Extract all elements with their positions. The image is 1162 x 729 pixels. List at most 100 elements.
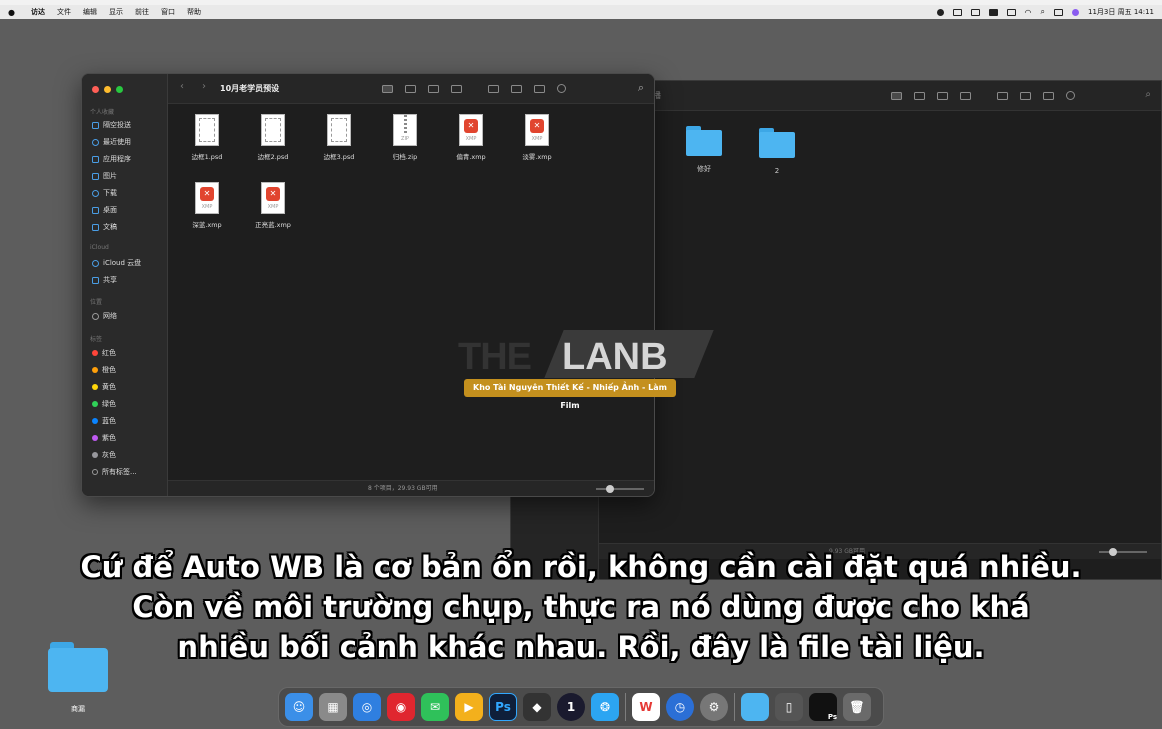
file-item[interactable]: ✕ XMP 深蓝.xmp [177, 182, 237, 242]
sidebar-item-recents[interactable]: 最近使用 [92, 137, 131, 147]
search-icon[interactable]: ⌕ [1041, 7, 1045, 17]
minimize-button[interactable] [104, 86, 111, 93]
watermark-right-text: LANB [562, 336, 668, 378]
dock-launchpad-icon[interactable]: ▦ [319, 693, 347, 721]
group-icon[interactable] [997, 91, 1008, 100]
keyboard-icon[interactable] [988, 8, 998, 16]
folder-icon[interactable] [759, 128, 795, 158]
dock-wps-icon[interactable]: W [632, 693, 660, 721]
dock-netease-music-icon[interactable]: ◉ [387, 693, 415, 721]
tag-dot-icon [92, 435, 98, 441]
menu-go[interactable]: 前往 [135, 7, 149, 17]
record-icon[interactable] [936, 8, 944, 16]
dock-photoshop-icon[interactable]: Ps [489, 693, 517, 721]
sidebar-tag-orange[interactable]: 橙色 [92, 365, 116, 375]
folder-icon[interactable] [686, 126, 722, 156]
file-item[interactable]: ✕ XMP 正亮蓝.xmp [243, 182, 303, 242]
file-item[interactable]: 边框3.psd [309, 114, 369, 174]
sidebar-tag-green[interactable]: 绿色 [92, 399, 116, 409]
menu-datetime[interactable]: 11月3日 周五 14:11 [1088, 7, 1154, 17]
battery-icon[interactable] [1006, 8, 1016, 16]
sidebar-tag-red[interactable]: 红色 [92, 348, 116, 358]
sidebar-item-downloads[interactable]: 下载 [92, 188, 117, 198]
zoom-button[interactable] [116, 86, 123, 93]
gallery-view-icon[interactable] [960, 91, 971, 100]
dock-infuse-icon[interactable]: ▶ [455, 693, 483, 721]
close-button[interactable] [92, 86, 99, 93]
back-arrow-icon[interactable]: ‹ [180, 81, 184, 92]
tag-icon[interactable] [534, 84, 545, 93]
psd-file-icon [195, 114, 219, 146]
finder-search-icon[interactable]: ⌕ [638, 81, 644, 95]
sidebar-item-applications[interactable]: 应用程序 [92, 154, 131, 164]
sidebar-item-network[interactable]: 网络 [92, 311, 117, 321]
file-item[interactable]: 边框1.psd [177, 114, 237, 174]
share-icon[interactable] [1020, 91, 1031, 100]
sidebar-tag-gray[interactable]: 灰色 [92, 450, 116, 460]
wifi-icon[interactable]: ◠ [1025, 8, 1032, 17]
dock-clock-app-icon[interactable]: ◷ [666, 693, 694, 721]
window-controls [92, 86, 123, 93]
dock: ☺ ▦ ◎ ◉ ✉ ▶ Ps ◆ 1 ❂ W ◷ ⚙ ▯ Ps 🗑 [278, 687, 884, 727]
menu-help[interactable]: 帮助 [187, 7, 201, 17]
desktop-folder-icon[interactable] [48, 642, 108, 694]
dock-wechat-icon[interactable]: ✉ [421, 693, 449, 721]
clock-icon [92, 138, 99, 146]
sidebar-tag-yellow[interactable]: 黄色 [92, 382, 116, 392]
list-view-icon[interactable] [914, 91, 925, 100]
apple-menu-icon[interactable]: ● [8, 8, 17, 17]
icon-view-icon[interactable] [382, 84, 393, 93]
column-view-icon[interactable] [937, 91, 948, 100]
dock-prism-icon[interactable]: ◆ [523, 693, 551, 721]
file-name: 边框3.psd [323, 153, 355, 161]
sidebar-item-shared[interactable]: 共享 [92, 275, 117, 285]
share-icon[interactable] [511, 84, 522, 93]
file-item[interactable]: 边框2.psd [243, 114, 303, 174]
menu-file[interactable]: 文件 [57, 7, 71, 17]
menu-window[interactable]: 窗口 [161, 7, 175, 17]
dock-system-settings-icon[interactable]: ⚙ [700, 693, 728, 721]
dock-safari-icon[interactable]: ◎ [353, 693, 381, 721]
gallery-view-icon[interactable] [451, 84, 462, 93]
menu-edit[interactable]: 编辑 [83, 7, 97, 17]
dock-finder-icon[interactable]: ☺ [285, 693, 313, 721]
menu-app-name[interactable]: 访达 [31, 7, 45, 17]
finder-status-bar: 8 个项目，29.93 GB可用 [168, 480, 654, 496]
list-view-icon[interactable] [405, 84, 416, 93]
finder-window[interactable]: 个人收藏 隔空投送 最近使用 应用程序 图片 下载 桌面 文稿 iCloud i… [81, 73, 655, 497]
icon-view-icon[interactable] [891, 91, 902, 100]
sidebar-item-documents[interactable]: 文稿 [92, 222, 117, 232]
file-item[interactable]: ZIP 归档.zip [375, 114, 435, 174]
menu-view[interactable]: 显示 [109, 7, 123, 17]
dock-preview-icon[interactable]: ▯ [775, 693, 803, 721]
control-center-icon[interactable] [1054, 8, 1064, 16]
sidebar-item-icloud-drive[interactable]: iCloud 云盘 [92, 258, 141, 268]
drive-icon[interactable] [952, 8, 962, 16]
more-icon[interactable] [1066, 91, 1075, 100]
file-item[interactable]: ✕ XMP 偏青.xmp [441, 114, 501, 174]
sidebar-tag-blue[interactable]: 蓝色 [92, 416, 116, 426]
sidebar-all-tags[interactable]: 所有标签... [92, 467, 137, 477]
sidebar-item-pictures[interactable]: 图片 [92, 171, 117, 181]
picture-icon [92, 172, 99, 180]
sidebar-item-desktop[interactable]: 桌面 [92, 205, 117, 215]
menu-bar: ● 访达 文件 编辑 显示 前往 窗口 帮助 ◠ ⌕ 11月3日 周五 14:1… [0, 5, 1162, 19]
sidebar-tag-purple[interactable]: 紫色 [92, 433, 116, 443]
column-view-icon[interactable] [428, 84, 439, 93]
sidebar-item-airdrop[interactable]: 隔空投送 [92, 120, 131, 130]
window-icon[interactable] [970, 8, 980, 16]
file-item[interactable]: ✕ XMP 淡雾.xmp [507, 114, 567, 174]
zip-file-icon: ZIP [393, 114, 417, 146]
back-search-icon[interactable]: ⌕ [1145, 89, 1151, 100]
dock-qq-icon[interactable]: ❂ [591, 693, 619, 721]
dock-trash-icon[interactable]: 🗑 [843, 693, 871, 721]
more-icon[interactable] [557, 84, 566, 93]
group-icon[interactable] [488, 84, 499, 93]
dock-downloads-folder-icon[interactable] [741, 693, 769, 721]
siri-icon[interactable] [1072, 8, 1080, 16]
dock-photoshop-window-icon[interactable]: Ps [809, 693, 837, 721]
zoom-slider[interactable] [596, 485, 644, 493]
dock-one-password-icon[interactable]: 1 [557, 693, 585, 721]
forward-arrow-icon[interactable]: › [202, 81, 206, 92]
tag-icon[interactable] [1043, 91, 1054, 100]
